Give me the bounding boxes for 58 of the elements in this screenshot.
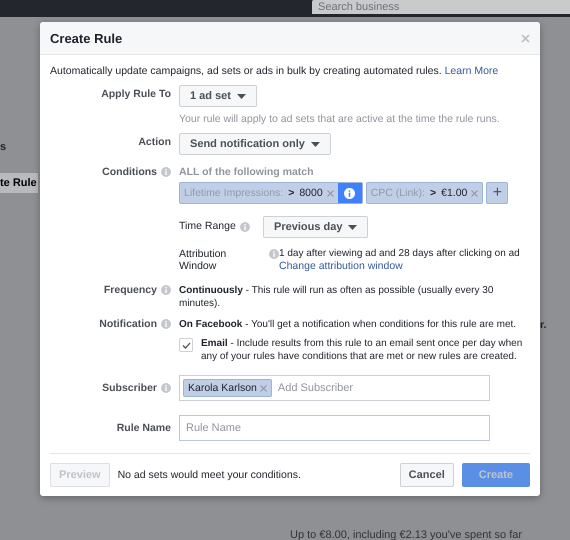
- close-icon[interactable]: [521, 34, 530, 42]
- panel-text: r.: [540, 319, 546, 331]
- time-range-dropdown[interactable]: Previous day: [263, 216, 368, 238]
- field-label: Apply Rule To: [101, 88, 171, 100]
- panel-label: s: [0, 141, 8, 153]
- caret-icon: [348, 224, 358, 230]
- info-button[interactable]: [338, 183, 362, 203]
- search-field[interactable]: Search business: [312, 0, 570, 14]
- field-label: Frequency: [104, 284, 157, 296]
- field-label: Subscriber: [102, 382, 157, 394]
- notification-text: On Facebook - You'll get a notification when conditions for this rule are met.: [179, 318, 518, 331]
- info-icon[interactable]: [161, 383, 171, 393]
- remove-icon[interactable]: [260, 384, 267, 392]
- attribution-text: 1 day after viewing ad and 28 days after clicking on ad: [279, 248, 521, 259]
- field-label: Conditions: [102, 166, 157, 178]
- field-label: Notification: [99, 318, 157, 330]
- hint-text: Your rule will apply to ad sets that are active at the time the rule runs.: [179, 113, 501, 125]
- email-text: Email - Include results from this rule to an email sent once per day when any of your rules have conditions that are met or new rules are created.: [201, 337, 524, 363]
- budget-text: Up to €8.00, including €2.13 you've spent so far: [290, 529, 522, 540]
- info-icon[interactable]: [161, 167, 171, 177]
- info-icon[interactable]: [269, 249, 279, 259]
- field-label: Time Range: [179, 220, 236, 232]
- dialog-title: Create Rule: [50, 30, 122, 46]
- subscriber-field[interactable]: Karola Karlson Add Subscriber: [179, 375, 490, 401]
- remove-icon[interactable]: [326, 190, 334, 196]
- info-icon: [344, 188, 356, 198]
- info-icon[interactable]: [161, 319, 171, 329]
- action-dropdown[interactable]: Send notification only: [179, 133, 331, 155]
- condition-operator: >: [430, 187, 436, 199]
- subscriber-token[interactable]: Karola Karlson: [183, 379, 272, 397]
- add-condition-button[interactable]: +: [486, 182, 508, 204]
- condition-value: 8000: [299, 187, 323, 199]
- condition-operator: >: [288, 187, 294, 199]
- create-rule-button[interactable]: te Rule: [0, 173, 38, 193]
- condition-metric: CPC (Link):: [370, 187, 425, 199]
- rule-name-field[interactable]: Rule Name: [179, 415, 490, 441]
- intro-text: Automatically update campaigns, ad sets or ads in bulk by creating automated rules. Learn More: [50, 65, 500, 77]
- caret-icon: [310, 142, 320, 146]
- condition-chip[interactable]: Lifetime Impressions: > 8000: [179, 182, 363, 204]
- field-label: Rule Name: [116, 422, 171, 434]
- info-icon[interactable]: [240, 222, 250, 232]
- field-label: Action: [138, 136, 171, 148]
- caret-icon: [236, 94, 246, 98]
- check-icon: [182, 342, 190, 348]
- status-text: No ad sets would meet your conditions.: [118, 469, 302, 481]
- apply-rule-dropdown[interactable]: 1 ad set: [179, 85, 257, 107]
- email-checkbox[interactable]: [179, 338, 193, 352]
- frequency-text: Continuously - This rule will run as often as possible (usually every 30 minutes).: [179, 284, 494, 310]
- condition-metric: Lifetime Impressions:: [184, 187, 284, 199]
- remove-icon[interactable]: [471, 190, 478, 196]
- condition-chip[interactable]: CPC (Link): > €1.00: [366, 182, 484, 204]
- change-attribution-link[interactable]: Change attribution window: [279, 260, 530, 272]
- conditions-heading: ALL of the following match: [179, 165, 315, 178]
- cancel-button[interactable]: Cancel: [400, 463, 454, 487]
- condition-value: €1.00: [441, 187, 468, 199]
- learn-more-link[interactable]: Learn More: [444, 65, 498, 77]
- field-label: Attribution Window: [179, 248, 228, 272]
- info-icon[interactable]: [161, 285, 171, 295]
